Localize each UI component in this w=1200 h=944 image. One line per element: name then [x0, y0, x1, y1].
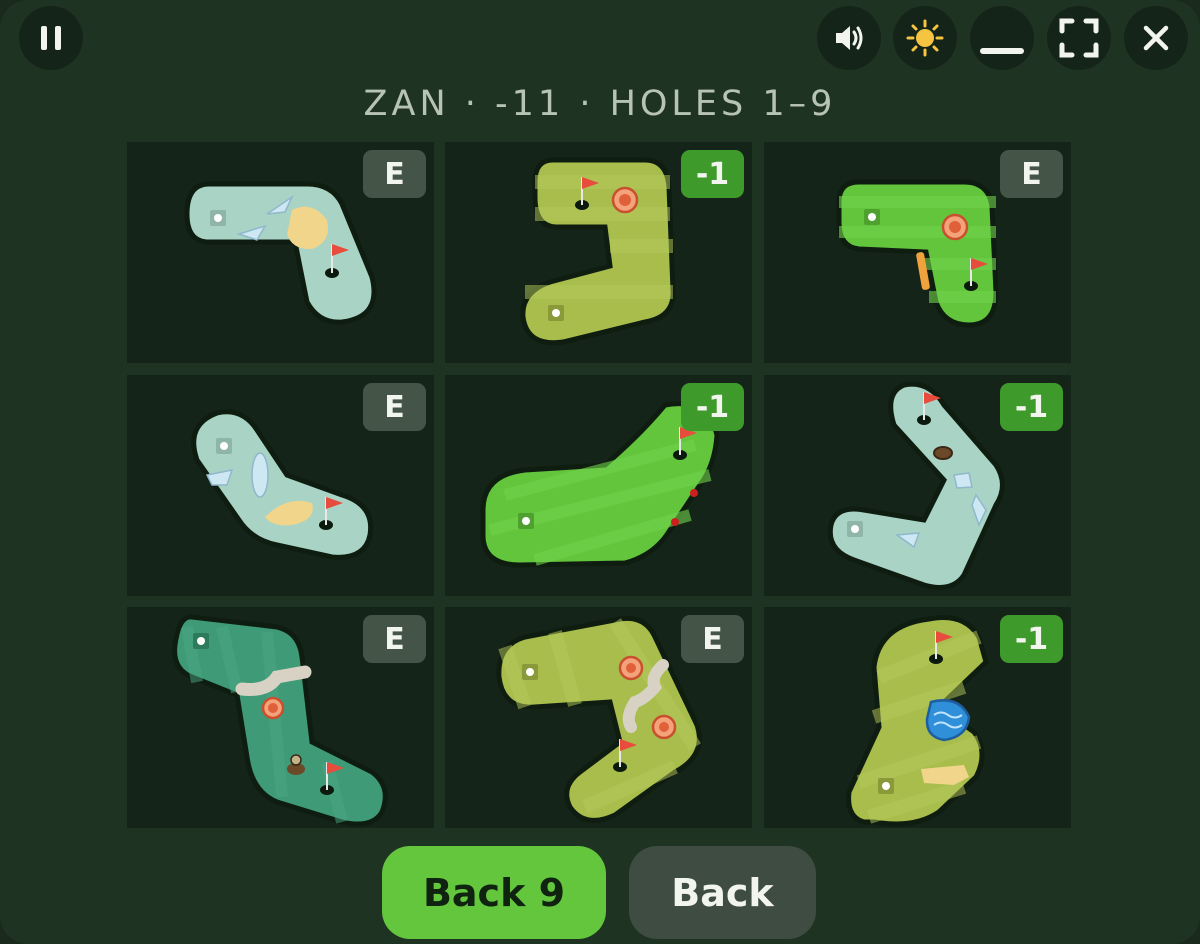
brightness-button[interactable]	[893, 6, 957, 70]
minimize-icon	[980, 48, 1024, 54]
close-icon	[1143, 25, 1169, 51]
hole-6-score-badge: -1	[1000, 383, 1063, 431]
hole-card-1[interactable]: E	[127, 142, 434, 363]
hole-7-score-badge: E	[363, 615, 426, 663]
hole-4-score-badge: E	[363, 383, 426, 431]
fullscreen-icon	[1059, 18, 1099, 58]
fullscreen-button[interactable]	[1047, 6, 1111, 70]
hole-card-3[interactable]: E	[764, 142, 1071, 363]
sound-button[interactable]	[817, 6, 881, 70]
hole-8-score-badge: E	[681, 615, 744, 663]
scorecard-panel: ZAN · -11 · HOLES 1–9 E -1 E E -1 -1 E E…	[0, 0, 1200, 944]
close-button[interactable]	[1124, 6, 1188, 70]
pause-icon	[41, 26, 61, 50]
sun-icon	[906, 19, 944, 57]
hole-card-6[interactable]: -1	[764, 375, 1071, 596]
hole-card-7[interactable]: E	[127, 607, 434, 828]
hole-card-5[interactable]: -1	[445, 375, 752, 596]
hole-card-9[interactable]: -1	[764, 607, 1071, 828]
minimize-button[interactable]	[970, 6, 1034, 70]
hole-3-score-badge: E	[1000, 150, 1063, 198]
back-button[interactable]: Back	[629, 846, 816, 939]
hole-9-score-badge: -1	[1000, 615, 1063, 663]
hole-card-8[interactable]: E	[445, 607, 752, 828]
hole-2-score-badge: -1	[681, 150, 744, 198]
hole-1-score-badge: E	[363, 150, 426, 198]
scorecard-title: ZAN · -11 · HOLES 1–9	[363, 84, 837, 124]
pause-button[interactable]	[19, 6, 83, 70]
holes-grid: E -1 E E -1 -1 E E -1	[127, 142, 1071, 828]
back-9-button[interactable]: Back 9	[382, 846, 606, 939]
hole-card-4[interactable]: E	[127, 375, 434, 596]
hole-5-score-badge: -1	[681, 383, 744, 431]
speaker-icon	[836, 26, 863, 50]
hole-card-2[interactable]: -1	[445, 142, 752, 363]
